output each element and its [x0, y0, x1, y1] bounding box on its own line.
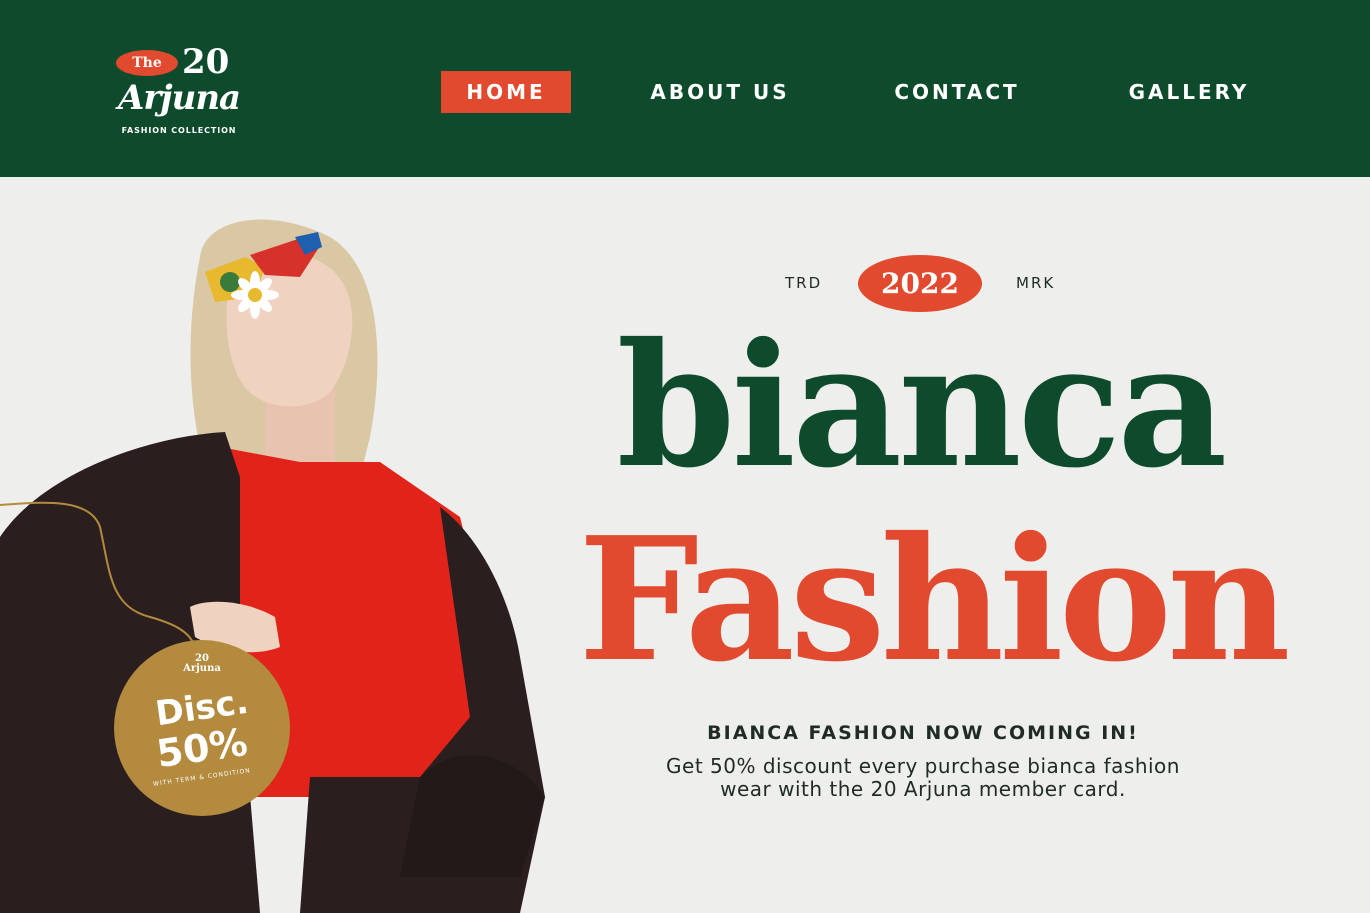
- logo-number: 20: [182, 42, 230, 82]
- description-line1: Get 50% discount every purchase bianca f…: [666, 754, 1180, 778]
- logo-name: Arjuna: [118, 78, 241, 118]
- nav-gallery[interactable]: GALLERY: [1108, 71, 1270, 113]
- hero-description: Get 50% discount every purchase bianca f…: [600, 755, 1246, 801]
- logo-subtitle: FASHION COLLECTION: [121, 126, 237, 135]
- model-photo: [0, 177, 560, 913]
- nav-home[interactable]: HOME: [441, 71, 571, 113]
- hero-tagline: BIANCA FASHION NOW COMING IN!: [707, 722, 1139, 744]
- description-line2: wear with the 20 Arjuna member card.: [720, 777, 1126, 801]
- cord-line: [0, 501, 196, 648]
- hero-title-line2: Fashion: [578, 500, 1290, 700]
- badge-logo: 20 Arjuna: [176, 654, 228, 674]
- badge-logo-name: Arjuna: [183, 663, 221, 674]
- brand-logo[interactable]: The 20 Arjuna FASHION COLLECTION: [116, 44, 246, 144]
- hero-title-line1: bianca: [616, 306, 1228, 506]
- discount-badge[interactable]: 20 Arjuna Disc. 50% WITH TERM & CONDITIO…: [114, 640, 290, 816]
- site-header: The 20 Arjuna FASHION COLLECTION HOME AB…: [0, 0, 1370, 177]
- right-tag: MRK: [1016, 274, 1056, 292]
- nav-about-us[interactable]: ABOUT US: [630, 71, 810, 113]
- nav-contact[interactable]: CONTACT: [872, 71, 1042, 113]
- left-tag: TRD: [785, 274, 823, 292]
- logo-prefix: The: [116, 50, 178, 76]
